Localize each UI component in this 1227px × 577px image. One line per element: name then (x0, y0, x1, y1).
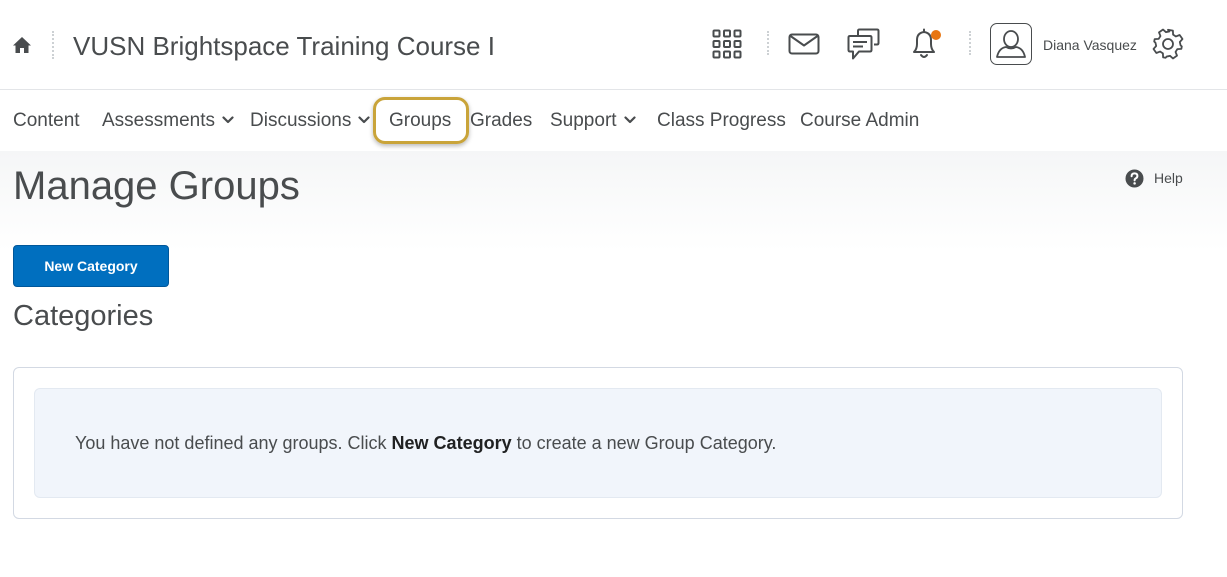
notification-bell-icon[interactable] (909, 28, 943, 60)
help-icon (1125, 169, 1144, 187)
chevron-down-icon (623, 116, 636, 124)
chat-icon[interactable] (847, 28, 880, 61)
empty-state-message: You have not defined any groups. Click N… (75, 433, 777, 453)
nav-item-grades[interactable]: Grades (470, 90, 532, 151)
course-nav-bar: Content Assessments Discussions Groups G… (0, 90, 1227, 151)
new-category-button[interactable]: New Category (13, 245, 169, 287)
header-divider (52, 31, 54, 59)
waffle-icon[interactable] (712, 29, 742, 59)
notification-dot (931, 30, 941, 40)
page-title: Manage Groups (13, 164, 300, 208)
nav-item-course-admin[interactable]: Course Admin (800, 90, 919, 151)
nav-item-support[interactable]: Support (550, 90, 636, 151)
help-link[interactable]: Help (1125, 168, 1183, 188)
user-name[interactable]: Diana Vasquez (1043, 36, 1137, 54)
mail-icon[interactable] (788, 33, 820, 55)
nav-item-assessments[interactable]: Assessments (102, 90, 234, 151)
empty-state-emphasis: New Category (391, 433, 512, 453)
nav-item-content[interactable]: Content (13, 90, 80, 151)
gear-icon[interactable] (1152, 28, 1184, 60)
groups-highlight-annotation (373, 97, 469, 144)
chevron-down-icon (358, 116, 370, 124)
nav-item-class-progress[interactable]: Class Progress (657, 90, 786, 151)
help-label: Help (1154, 170, 1183, 186)
avatar[interactable] (990, 23, 1032, 65)
categories-heading: Categories (13, 300, 154, 332)
home-icon[interactable] (12, 36, 32, 54)
nav-item-discussions[interactable]: Discussions (250, 90, 370, 151)
header-divider (969, 31, 971, 55)
course-title[interactable]: VUSN Brightspace Training Course I (73, 30, 495, 62)
user-icon (995, 29, 1026, 58)
header-divider (767, 31, 769, 55)
top-header: VUSN Brightspace Training Course I Diana… (0, 0, 1227, 90)
chevron-down-icon (222, 116, 234, 124)
